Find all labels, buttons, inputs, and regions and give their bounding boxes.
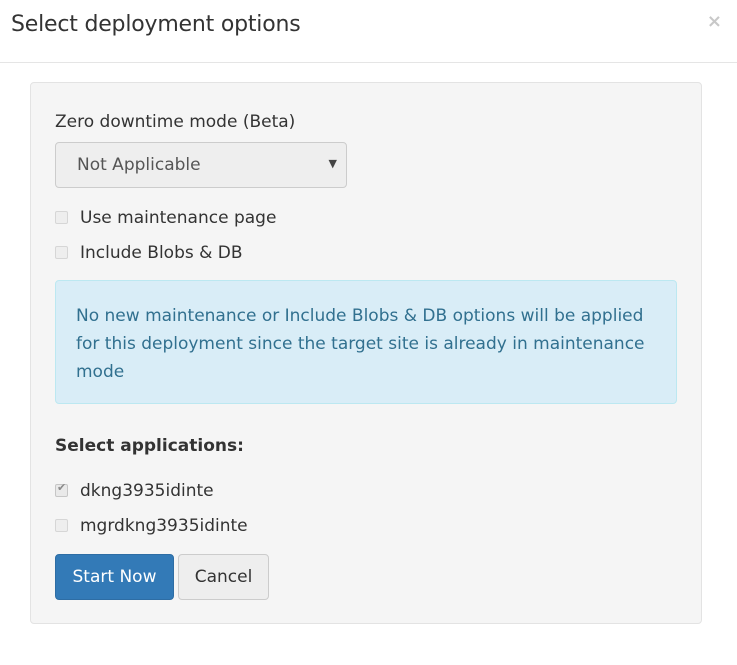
application-label: mgrdkng3935idinte	[80, 516, 248, 536]
modal-title: Select deployment options	[11, 12, 301, 37]
select-applications-heading: Select applications:	[55, 436, 244, 456]
application-label: dkng3935idinte	[80, 481, 214, 501]
start-now-button[interactable]: Start Now	[55, 554, 174, 600]
caret-down-icon: ▼	[328, 157, 337, 170]
options-panel: Zero downtime mode (Beta) Not Applicable…	[30, 82, 702, 624]
downtime-mode-select[interactable]: Not Applicable ▼	[55, 142, 347, 188]
maintenance-page-checkbox[interactable]	[55, 211, 68, 224]
maintenance-info-alert: No new maintenance or Include Blobs & DB…	[55, 280, 677, 404]
downtime-mode-label: Zero downtime mode (Beta)	[55, 112, 296, 132]
downtime-mode-selected-value: Not Applicable	[77, 155, 201, 175]
include-blobs-db-label: Include Blobs & DB	[80, 243, 243, 263]
modal-header: Select deployment options ×	[0, 0, 737, 63]
cancel-button[interactable]: Cancel	[178, 554, 269, 600]
deployment-options-modal: Select deployment options × Zero downtim…	[0, 0, 737, 665]
maintenance-page-label: Use maintenance page	[80, 208, 277, 228]
close-icon[interactable]: ×	[707, 12, 722, 32]
application-checkbox-mgrdkng3935idinte[interactable]	[55, 519, 68, 532]
maintenance-info-text: No new maintenance or Include Blobs & DB…	[76, 306, 645, 382]
checkmark-icon: ✔	[57, 481, 67, 494]
include-blobs-db-checkbox[interactable]	[55, 246, 68, 259]
application-checkbox-dkng3935idinte[interactable]: ✔	[55, 481, 68, 497]
